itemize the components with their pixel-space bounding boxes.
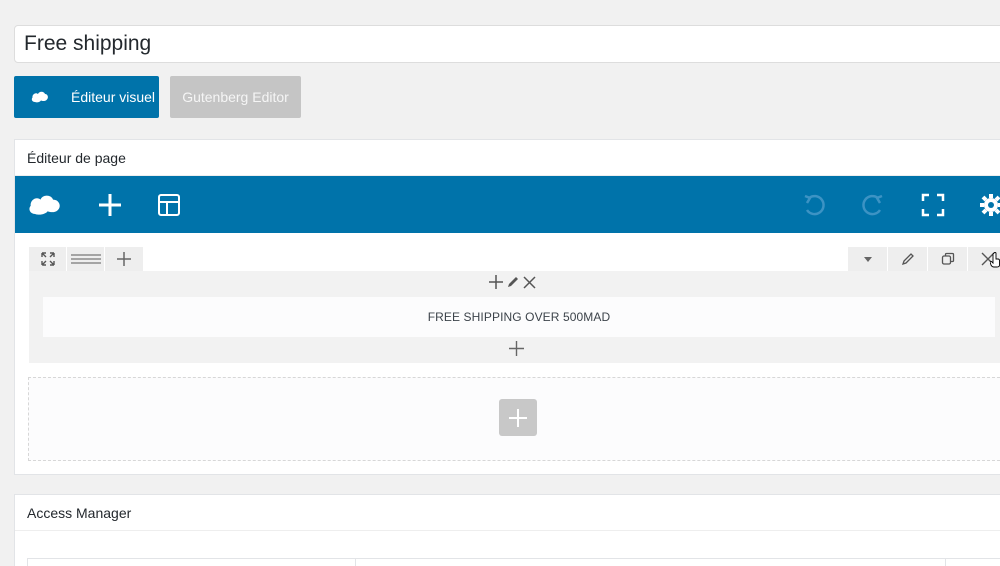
builder-logo-icon[interactable] bbox=[28, 188, 62, 222]
gutenberg-editor-button[interactable]: Gutenberg Editor bbox=[170, 76, 301, 118]
visual-editor-button[interactable]: Éditeur visuel bbox=[14, 76, 159, 118]
access-manager-heading: Access Manager bbox=[15, 495, 1000, 531]
drag-handle-icon[interactable] bbox=[67, 247, 105, 271]
expand-row-icon[interactable] bbox=[29, 247, 67, 271]
access-manager-content bbox=[27, 558, 1000, 566]
remove-column-close-icon[interactable] bbox=[523, 275, 536, 294]
templates-layout-icon[interactable] bbox=[152, 188, 186, 222]
text-module-content: FREE SHIPPING OVER 500MAD bbox=[427, 310, 611, 324]
undo-icon[interactable] bbox=[797, 188, 831, 222]
row-options-chevron-down-icon[interactable] bbox=[848, 247, 888, 271]
text-module[interactable]: FREE SHIPPING OVER 500MAD bbox=[43, 297, 995, 337]
mouse-pointer-icon bbox=[989, 252, 1000, 273]
row-toolbar-right bbox=[848, 247, 1000, 271]
add-row-plus-icon bbox=[509, 408, 527, 427]
divider bbox=[945, 559, 946, 566]
edit-column-pencil-icon[interactable] bbox=[506, 275, 520, 294]
divider bbox=[355, 559, 356, 566]
add-row-button[interactable] bbox=[499, 399, 537, 436]
add-module-below-plus-icon[interactable] bbox=[509, 341, 524, 361]
fullscreen-icon[interactable] bbox=[916, 188, 950, 222]
add-element-icon[interactable] bbox=[93, 188, 127, 222]
redo-icon[interactable] bbox=[856, 188, 890, 222]
gutenberg-editor-label: Gutenberg Editor bbox=[182, 89, 289, 105]
add-row-dropzone bbox=[28, 377, 1000, 461]
page-editor-heading: Éditeur de page bbox=[15, 140, 1000, 176]
duplicate-row-icon[interactable] bbox=[928, 247, 968, 271]
builder-row: FREE SHIPPING OVER 500MAD bbox=[29, 271, 1000, 363]
column-controls bbox=[489, 275, 536, 294]
add-module-plus-icon[interactable] bbox=[489, 275, 503, 294]
page-editor-panel: Éditeur de page FREE SHIPPING OVER 500MA… bbox=[14, 139, 1000, 475]
add-column-icon[interactable] bbox=[105, 247, 143, 271]
builder-toolbar bbox=[15, 176, 1000, 233]
cloud-logo-icon bbox=[20, 90, 60, 104]
visual-editor-label: Éditeur visuel bbox=[71, 89, 156, 105]
settings-gear-icon[interactable] bbox=[974, 188, 1000, 222]
access-manager-panel: Access Manager bbox=[14, 494, 1000, 566]
edit-row-pencil-icon[interactable] bbox=[888, 247, 928, 271]
row-toolbar-left bbox=[29, 247, 143, 271]
post-title-input[interactable] bbox=[14, 25, 1000, 63]
